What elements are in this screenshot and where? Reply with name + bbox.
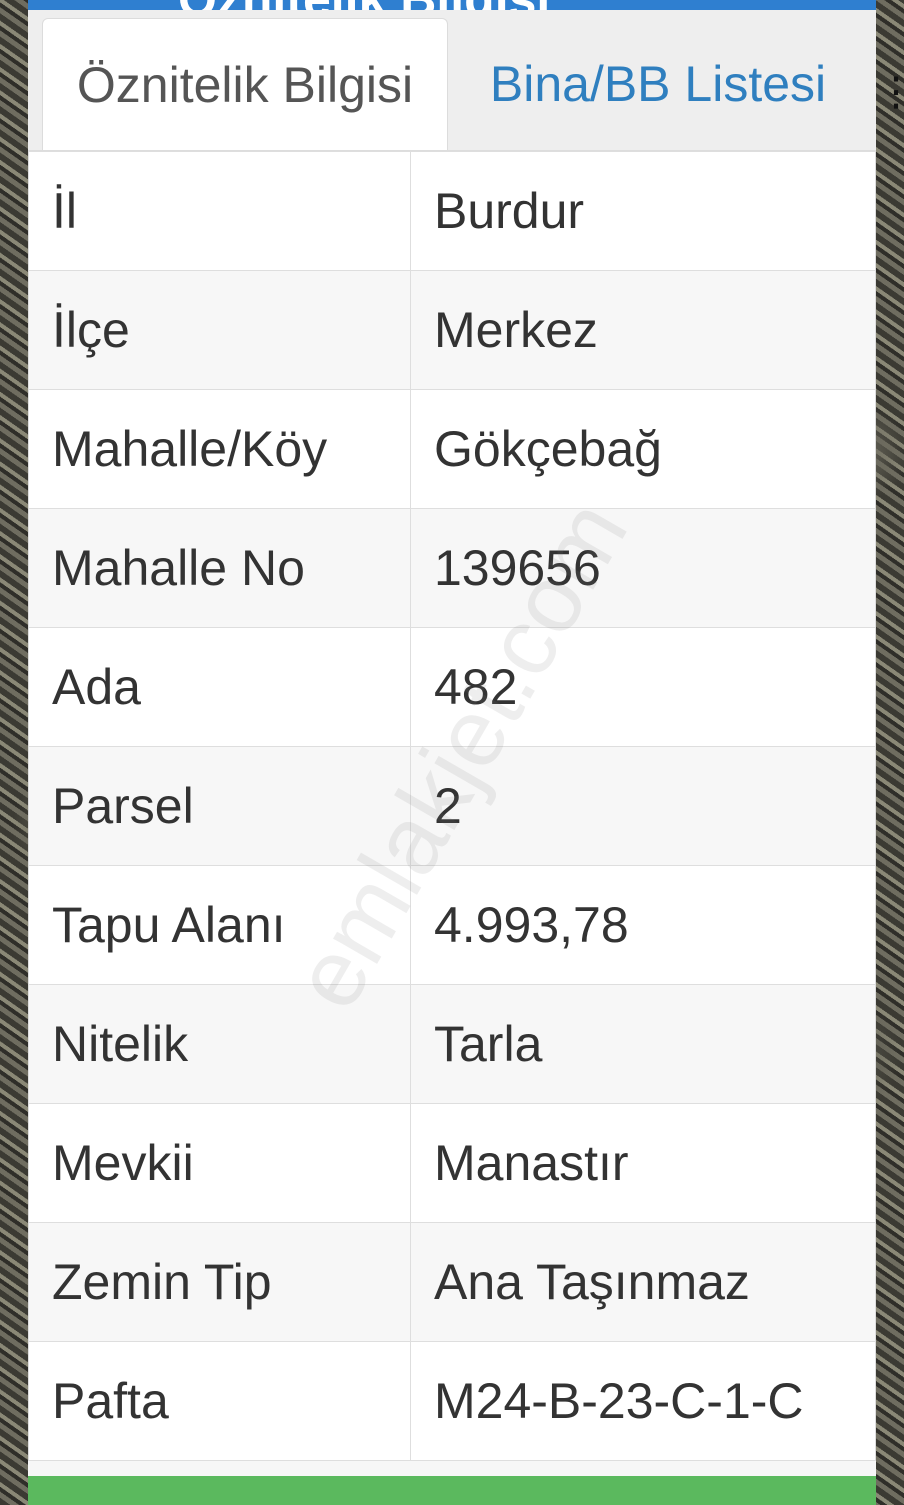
table-row: Ada 482 (28, 627, 876, 747)
attribute-value: Ana Taşınmaz (410, 1222, 876, 1342)
attribute-key: Ada (28, 627, 411, 747)
attribute-value: M24-B-23-C-1-C (410, 1341, 876, 1461)
table-row: Pafta M24-B-23-C-1-C (28, 1341, 876, 1461)
tab-bar: Öznitelik Bilgisi Bina/BB Listesi (28, 10, 876, 151)
map-marker-icon: ⋮ (876, 70, 904, 114)
attribute-value: Tarla (410, 984, 876, 1104)
attribute-value: 482 (410, 627, 876, 747)
attribute-value: Merkez (410, 270, 876, 390)
table-row: Mahalle No 139656 (28, 508, 876, 628)
panel-title: Öznitelik Bilgisi (178, 0, 550, 10)
attribute-key: Mahalle No (28, 508, 411, 628)
table-row: İl Burdur (28, 151, 876, 271)
attribute-key: Nitelik (28, 984, 411, 1104)
attribute-key: Zemin Tip (28, 1222, 411, 1342)
parcel-info-panel: Öznitelik Bilgisi Öznitelik Bilgisi Bina… (28, 0, 876, 1505)
attribute-value: Burdur (410, 151, 876, 271)
table-row: Zemin Tip Ana Taşınmaz (28, 1222, 876, 1342)
attribute-key: Mevkii (28, 1103, 411, 1223)
table-row: Mahalle/Köy Gökçebağ (28, 389, 876, 509)
attribute-key: İlçe (28, 270, 411, 390)
table-row: İlçe Merkez (28, 270, 876, 390)
footer-action-bar[interactable] (28, 1476, 876, 1505)
panel-title-bar: Öznitelik Bilgisi (28, 0, 876, 10)
attribute-value: 2 (410, 746, 876, 866)
attribute-value: 139656 (410, 508, 876, 628)
attribute-key: Pafta (28, 1341, 411, 1461)
attribute-key: İl (28, 151, 411, 271)
attribute-value: Gökçebağ (410, 389, 876, 509)
table-row: Tapu Alanı 4.993,78 (28, 865, 876, 985)
table-row: Parsel 2 (28, 746, 876, 866)
tab-oznitelik-bilgisi[interactable]: Öznitelik Bilgisi (42, 18, 448, 150)
attribute-key: Mahalle/Köy (28, 389, 411, 509)
table-row: Mevkii Manastır (28, 1103, 876, 1223)
attribute-table: İl Burdur İlçe Merkez Mahalle/Köy Gökçeb… (28, 151, 876, 1461)
table-row: Nitelik Tarla (28, 984, 876, 1104)
attribute-value: 4.993,78 (410, 865, 876, 985)
attribute-value: Manastır (410, 1103, 876, 1223)
attribute-key: Tapu Alanı (28, 865, 411, 985)
tab-bina-bb-listesi[interactable]: Bina/BB Listesi (456, 18, 860, 150)
attribute-key: Parsel (28, 746, 411, 866)
